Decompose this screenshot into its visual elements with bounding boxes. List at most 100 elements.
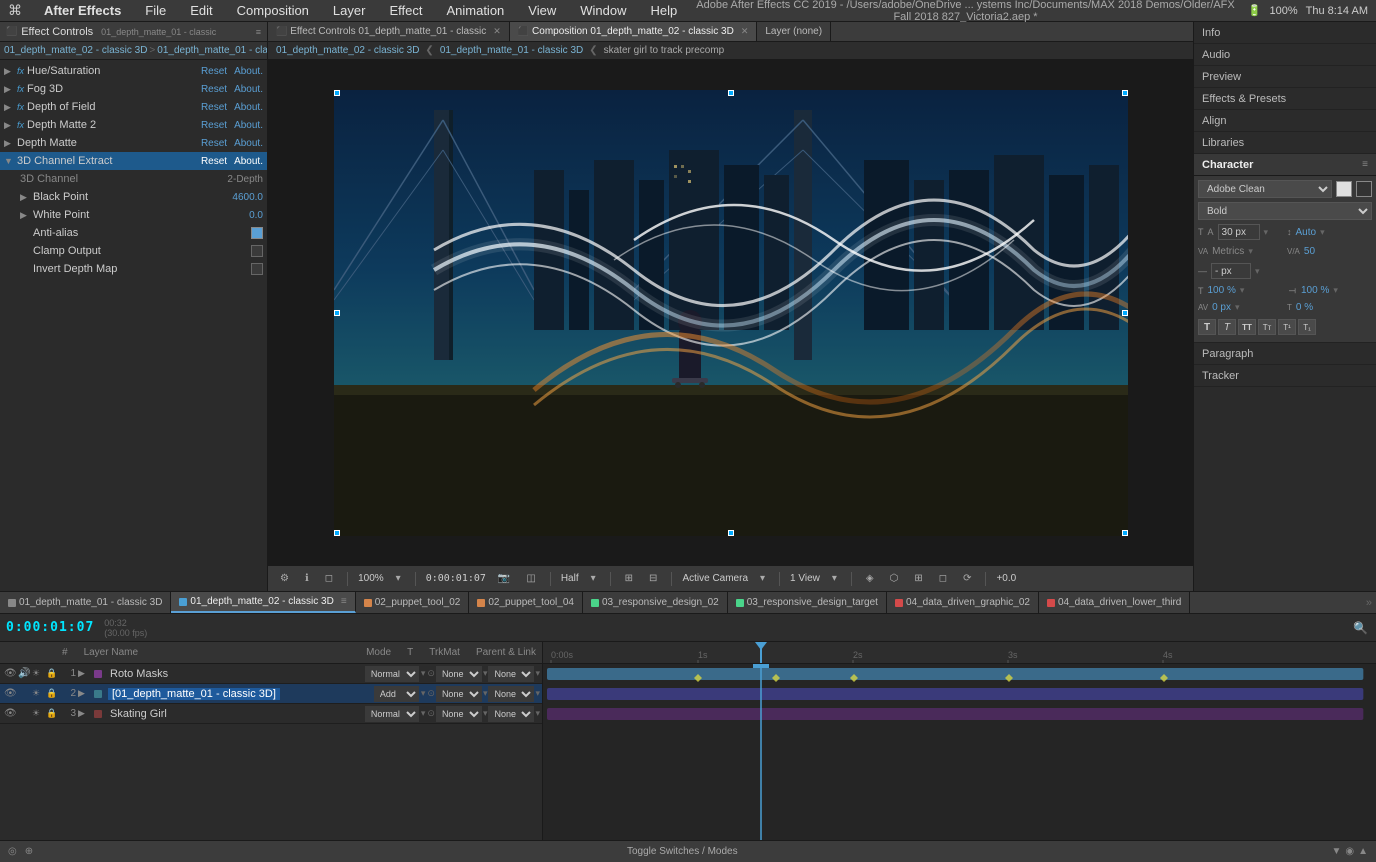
layer-name-1[interactable]: Roto Masks xyxy=(108,668,170,680)
white-point-value[interactable]: 0.0 xyxy=(249,210,263,221)
kerning-value[interactable]: Metrics xyxy=(1212,246,1244,257)
status-icon-4[interactable]: ◉ xyxy=(1345,846,1354,857)
expand-btn-1[interactable]: ▶ xyxy=(78,668,90,679)
superscript-btn[interactable]: T¹ xyxy=(1278,319,1296,335)
audio-btn-1[interactable]: 🔊 xyxy=(18,668,30,679)
transparency-btn[interactable]: ⊟ xyxy=(645,573,661,584)
parent-chevron-3[interactable]: ▾ xyxy=(535,708,540,719)
effect-depth-of-field[interactable]: ▶ fx Depth of Field Reset About. xyxy=(0,98,267,116)
status-icon-1[interactable]: ◎ xyxy=(8,846,17,857)
tsume-value[interactable]: 0 % xyxy=(1296,302,1313,313)
tab-effect-controls[interactable]: ⬛ Effect Controls 01_depth_matte_01 - cl… xyxy=(268,22,510,41)
timeline-timecode[interactable]: 0:00:01:07 xyxy=(6,620,94,635)
kerning-dropdown[interactable]: ▾ xyxy=(1248,246,1253,257)
show-snapshot-btn[interactable]: ◫ xyxy=(522,573,539,584)
trkmat-select-2[interactable]: None xyxy=(436,686,482,702)
reset-button[interactable]: Reset xyxy=(201,66,227,77)
effect-hue-saturation[interactable]: ▶ fx Hue/Saturation Reset About. xyxy=(0,62,267,80)
visibility-btn-2[interactable]: 👁 xyxy=(4,688,16,699)
help-menu[interactable]: Help xyxy=(644,3,683,18)
status-icon-3[interactable]: ▼ xyxy=(1331,846,1341,857)
render-btn[interactable]: ◈ xyxy=(862,573,878,584)
scale-v-dropdown[interactable]: ▾ xyxy=(1333,285,1338,296)
corner-handle-bl[interactable] xyxy=(334,530,340,536)
motion-blur-btn[interactable]: ⟳ xyxy=(959,573,975,584)
edit-menu[interactable]: Edit xyxy=(184,3,218,18)
bc-comp1[interactable]: 01_depth_matte_02 - classic 3D xyxy=(4,45,147,56)
status-icon-5[interactable]: ▲ xyxy=(1358,846,1368,857)
status-icon-2[interactable]: ⊕ xyxy=(25,846,33,857)
allcaps-btn[interactable]: TT xyxy=(1238,319,1256,335)
visibility-btn-1[interactable]: 👁 xyxy=(4,668,16,679)
mode-select-3[interactable]: Normal xyxy=(365,706,419,722)
line-dropdown[interactable]: ▾ xyxy=(1255,266,1260,277)
clamp-output-checkbox[interactable] xyxy=(251,245,263,257)
corner-handle-tm[interactable] xyxy=(728,90,734,96)
masks-btn[interactable]: ◻ xyxy=(935,573,951,584)
corner-handle-tl[interactable] xyxy=(334,90,340,96)
trkmat-select-3[interactable]: None xyxy=(436,706,482,722)
about-button[interactable]: About. xyxy=(234,84,263,95)
view-menu[interactable]: View xyxy=(522,3,562,18)
parent-select-1[interactable]: None xyxy=(488,666,534,682)
panel-menu-icon[interactable]: ≡ xyxy=(256,27,261,37)
resolution-dropdown-btn[interactable]: ▾ xyxy=(587,573,600,584)
stroke-color-box[interactable] xyxy=(1356,181,1372,197)
solo-btn-3[interactable]: ☀ xyxy=(32,708,44,719)
auto-leading-btn[interactable]: Auto xyxy=(1296,227,1317,238)
info-panel-item[interactable]: Info xyxy=(1194,22,1376,44)
layer-name-2[interactable]: [01_depth_matte_01 - classic 3D] xyxy=(108,688,280,700)
comp-tab-close[interactable]: ✕ xyxy=(741,26,749,37)
camera-dropdown-btn[interactable]: ▾ xyxy=(756,573,769,584)
tracking-value[interactable]: 50 xyxy=(1304,246,1315,257)
shy-icon-2[interactable]: ⊙ xyxy=(427,688,435,699)
tabs-overflow-btn[interactable]: » xyxy=(1362,597,1376,609)
mode-select-2[interactable]: Add xyxy=(374,686,419,702)
lock-btn-1[interactable]: 🔒 xyxy=(46,668,58,679)
size-input[interactable] xyxy=(1218,224,1260,240)
style-select[interactable]: Bold xyxy=(1198,202,1372,220)
bc-comp1[interactable]: 01_depth_matte_02 - classic 3D xyxy=(276,45,419,56)
effect-fog-3d[interactable]: ▶ fx Fog 3D Reset About. xyxy=(0,80,267,98)
zoom-dropdown-btn[interactable]: ▾ xyxy=(392,573,405,584)
shy-icon-1[interactable]: ⊙ xyxy=(427,668,435,679)
3d-btn[interactable]: ⬡ xyxy=(886,573,903,584)
baseline-value[interactable]: 0 px xyxy=(1212,302,1231,313)
file-menu[interactable]: File xyxy=(139,3,172,18)
audio-panel-item[interactable]: Audio xyxy=(1194,44,1376,66)
animation-menu[interactable]: Animation xyxy=(440,3,510,18)
tl-tab-5[interactable]: 03_responsive_design_target xyxy=(728,592,887,613)
offset-value[interactable]: +0.0 xyxy=(996,573,1016,584)
grid-btn[interactable]: ⊞ xyxy=(621,573,637,584)
zoom-value[interactable]: 100% xyxy=(358,573,384,584)
corner-handle-mr[interactable] xyxy=(1122,310,1128,316)
window-menu[interactable]: Window xyxy=(574,3,632,18)
reset-button[interactable]: Reset xyxy=(201,84,227,95)
tl-tab-3[interactable]: 02_puppet_tool_04 xyxy=(469,592,583,613)
about-button[interactable]: About. xyxy=(234,120,263,131)
align-panel-item[interactable]: Align xyxy=(1194,110,1376,132)
paragraph-panel-item[interactable]: Paragraph xyxy=(1194,343,1376,365)
effects-presets-panel-item[interactable]: Effects & Presets xyxy=(1194,88,1376,110)
invert-depth-checkbox[interactable] xyxy=(251,263,263,275)
timecode-display[interactable]: 0:00:01:07 xyxy=(426,573,486,584)
tl-tab-2[interactable]: 02_puppet_tool_02 xyxy=(356,592,470,613)
search-btn[interactable]: 🔍 xyxy=(1351,621,1370,635)
app-name-menu[interactable]: After Effects xyxy=(38,3,127,18)
italic-btn[interactable]: T xyxy=(1218,319,1236,335)
preview-panel-item[interactable]: Preview xyxy=(1194,66,1376,88)
corner-handle-br[interactable] xyxy=(1122,530,1128,536)
solo-btn-2[interactable]: ☀ xyxy=(32,688,44,699)
scale-h-dropdown[interactable]: ▾ xyxy=(1240,285,1245,296)
tab-composition[interactable]: ⬛ Composition 01_depth_matte_02 - classi… xyxy=(510,22,758,41)
preview-settings-btn[interactable]: ⚙ xyxy=(276,573,293,584)
corner-handle-tr[interactable] xyxy=(1122,90,1128,96)
grid2-btn[interactable]: ⊞ xyxy=(910,573,926,584)
lock-btn-2[interactable]: 🔒 xyxy=(46,688,58,699)
corner-handle-bm[interactable] xyxy=(728,530,734,536)
black-point-value[interactable]: 4600.0 xyxy=(232,192,263,203)
mode-select-1[interactable]: Normal xyxy=(365,666,419,682)
tl-tab-4[interactable]: 03_responsive_design_02 xyxy=(583,592,728,613)
about-button[interactable]: About. xyxy=(234,102,263,113)
effect-black-point[interactable]: ▶ Black Point 4600.0 xyxy=(0,188,267,206)
